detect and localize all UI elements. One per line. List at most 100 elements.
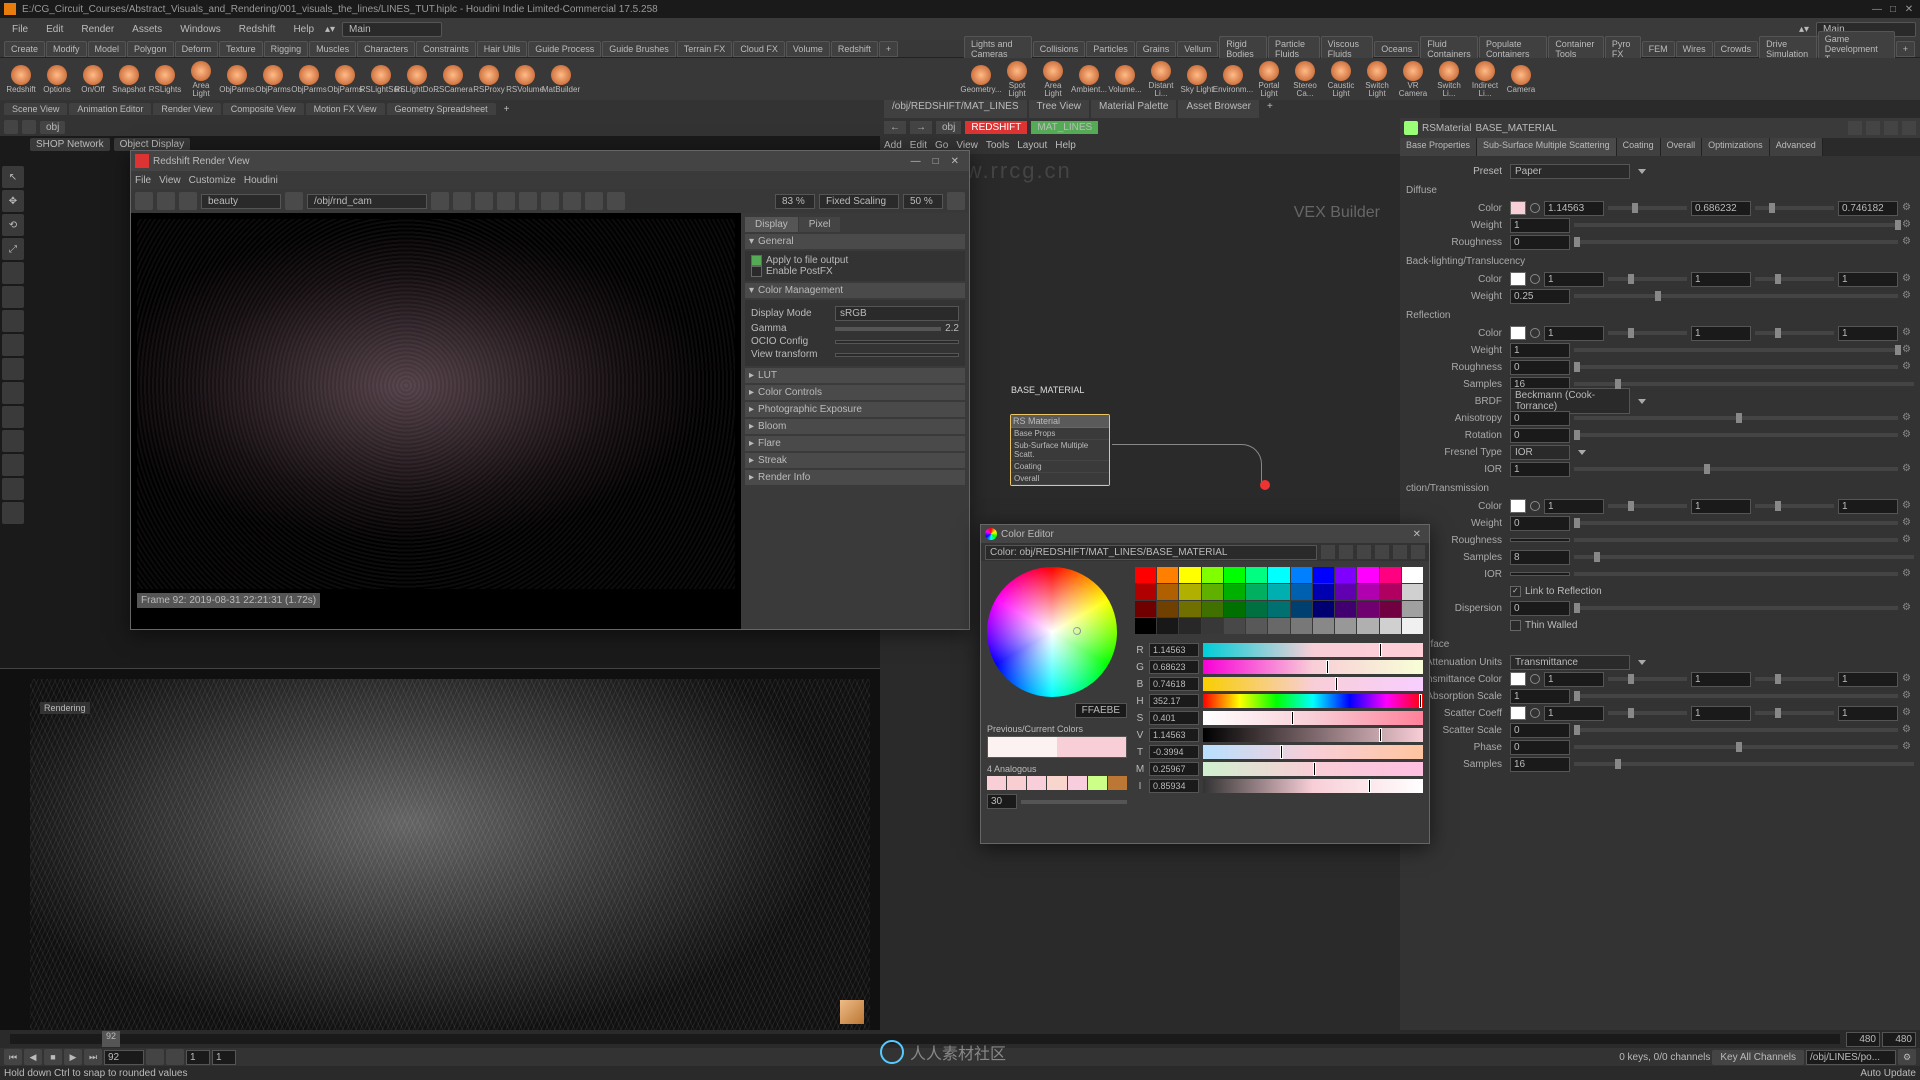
num[interactable]: 1 — [1691, 706, 1751, 721]
shelf-tool[interactable]: Portal Light — [1252, 60, 1286, 98]
slider[interactable] — [1574, 382, 1914, 386]
preset-dropdown[interactable]: Paper — [1510, 164, 1630, 179]
shelf-tab[interactable]: Create — [4, 41, 45, 57]
tool-icon[interactable] — [2, 358, 24, 380]
slider[interactable] — [1755, 711, 1834, 715]
palette-swatch[interactable] — [1202, 618, 1223, 634]
num[interactable]: 1 — [1838, 326, 1898, 341]
group-colormgmt[interactable]: ▾ Color Management — [745, 283, 965, 298]
tool-icon[interactable] — [2, 382, 24, 404]
slider[interactable] — [1608, 277, 1687, 281]
gear-icon[interactable]: ⚙ — [1902, 741, 1914, 753]
num[interactable]: 1 — [1838, 272, 1898, 287]
gear-icon[interactable]: ⚙ — [1902, 236, 1914, 248]
num[interactable]: 1 — [1510, 462, 1570, 477]
analog-num[interactable]: 30 — [987, 794, 1017, 809]
channel-value[interactable]: -0.3994 — [1149, 745, 1199, 759]
shelf-tool[interactable]: ObjParms — [328, 60, 362, 98]
slider[interactable] — [1574, 467, 1898, 471]
updown-icon-r[interactable]: ▴▾ — [1798, 24, 1810, 35]
node-menu[interactable]: Tools — [986, 140, 1009, 151]
scaling-dropdown[interactable]: Fixed Scaling — [819, 194, 899, 209]
gear-icon[interactable]: ⚙ — [1902, 568, 1914, 580]
palette-swatch[interactable] — [1335, 601, 1356, 617]
shelf-tool[interactable]: ObjParms — [256, 60, 290, 98]
menu-help[interactable]: Help — [285, 22, 322, 37]
slider[interactable] — [1608, 206, 1687, 210]
first-frame-button[interactable]: ⏮ — [4, 1049, 22, 1065]
stop-button-icon[interactable] — [157, 192, 175, 210]
tool-icon[interactable] — [2, 406, 24, 428]
shelf-tab[interactable]: Oceans — [1374, 41, 1419, 57]
palette-swatch[interactable] — [1380, 584, 1401, 600]
menu-edit[interactable]: Edit — [38, 22, 71, 37]
group-lut[interactable]: ▸ LUT — [745, 368, 965, 383]
gear-icon[interactable]: ⚙ — [1902, 707, 1914, 719]
camera-dropdown[interactable]: /obj/rnd_cam — [307, 194, 427, 209]
palette-swatch[interactable] — [1402, 584, 1423, 600]
num[interactable]: 1 — [1544, 272, 1604, 287]
num[interactable]: 0 — [1510, 740, 1570, 755]
tool-scale-icon[interactable]: ⤢ — [2, 238, 24, 260]
palette-swatch[interactable] — [1380, 618, 1401, 634]
num[interactable]: 1 — [1544, 499, 1604, 514]
zoom-input[interactable]: 83 % — [775, 194, 815, 209]
shelf-tool[interactable]: Ambient... — [1072, 60, 1106, 98]
weight-input[interactable]: 1 — [1510, 218, 1570, 233]
aov-dropdown[interactable]: beauty — [201, 194, 281, 209]
channel-slider[interactable] — [1203, 694, 1423, 708]
prev-frame-button[interactable]: ◀ — [24, 1049, 42, 1065]
gear-icon[interactable]: ⚙ — [1902, 463, 1914, 475]
num[interactable]: 1 — [1691, 272, 1751, 287]
slider[interactable] — [1574, 694, 1898, 698]
tool-icon[interactable] — [2, 286, 24, 308]
scope-path[interactable]: /obj/LINES/po... — [1806, 1050, 1896, 1065]
nodetab[interactable]: Material Palette — [1091, 100, 1176, 118]
analog-swatch[interactable] — [987, 776, 1006, 790]
analog-swatch[interactable] — [1047, 776, 1066, 790]
shelf-tab[interactable]: Terrain FX — [677, 41, 733, 57]
gear-icon[interactable]: ⚙ — [1902, 724, 1914, 736]
link-icon[interactable] — [1530, 708, 1540, 718]
channel-slider[interactable] — [1203, 745, 1423, 759]
gear-icon[interactable]: ⚙ — [1902, 517, 1914, 529]
slider[interactable] — [1574, 572, 1898, 576]
shelf-tab[interactable]: Modify — [46, 41, 87, 57]
tool-select-icon[interactable]: ↖ — [2, 166, 24, 188]
panetab[interactable]: Animation Editor — [69, 103, 151, 115]
color-wheel[interactable] — [987, 567, 1117, 697]
minimize-button[interactable]: — — [1870, 2, 1884, 16]
minimize-button[interactable]: — — [905, 156, 927, 167]
nodetab[interactable]: /obj/REDSHIFT/MAT_LINES — [884, 100, 1027, 118]
palette-swatch[interactable] — [1268, 567, 1289, 583]
color-swatch[interactable] — [1510, 326, 1526, 340]
node-menu[interactable]: Go — [935, 140, 948, 151]
shelf-tab[interactable]: Grains — [1136, 41, 1177, 57]
path-crumb[interactable]: MAT_LINES — [1031, 121, 1098, 134]
palette-swatch[interactable] — [1202, 601, 1223, 617]
group-bloom[interactable]: ▸ Bloom — [745, 419, 965, 434]
link-reflection-checkbox[interactable] — [1510, 586, 1521, 597]
timeline-marker[interactable]: 92 — [102, 1031, 120, 1047]
color-swatch[interactable] — [1510, 201, 1526, 215]
desk-dropdown[interactable]: Main — [342, 22, 442, 37]
btn-icon[interactable] — [585, 192, 603, 210]
viewtr-dropdown[interactable] — [835, 353, 959, 357]
hex-input[interactable]: FFAEBE — [1075, 703, 1127, 718]
btn-icon[interactable] — [541, 192, 559, 210]
btn-icon[interactable] — [519, 192, 537, 210]
atten-dropdown[interactable]: Transmittance — [1510, 655, 1630, 670]
gear-icon[interactable]: ⚙ — [1898, 1049, 1916, 1065]
shelf-tool[interactable]: Stereo Ca... — [1288, 60, 1322, 98]
tool-move-icon[interactable]: ✥ — [2, 190, 24, 212]
tool-icon[interactable] — [2, 454, 24, 476]
ipr-button-icon[interactable] — [179, 192, 197, 210]
link-icon[interactable] — [1530, 328, 1540, 338]
color-editor-window[interactable]: Color Editor ✕ Color: obj/REDSHIFT/MAT_L… — [980, 524, 1430, 844]
palette-swatch[interactable] — [1224, 601, 1245, 617]
shelf-tool[interactable]: Options — [40, 60, 74, 98]
shelf-tab[interactable]: Texture — [219, 41, 263, 57]
loop-icon[interactable] — [166, 1049, 184, 1065]
palette-swatch[interactable] — [1135, 567, 1156, 583]
shelf-tool[interactable]: RSProxy — [472, 60, 506, 98]
